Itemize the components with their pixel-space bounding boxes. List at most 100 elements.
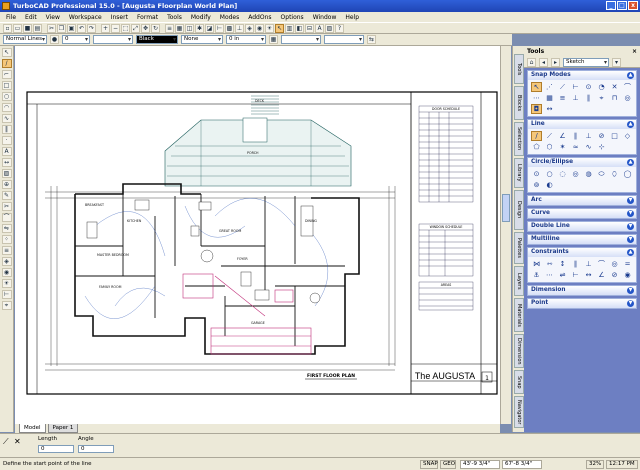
render-icon[interactable]: ◉ <box>255 23 264 33</box>
constraint-parallel-icon[interactable]: ∥ <box>570 259 581 269</box>
snap-center-icon[interactable]: ⊙ <box>583 82 594 92</box>
circle-double-icon[interactable]: ⊚ <box>531 180 542 190</box>
rectangle-tool-icon[interactable]: □ <box>1 81 12 90</box>
constraint-tangent-icon[interactable]: ⌒ <box>596 259 607 269</box>
drawing-canvas[interactable]: DOOR SCHEDULE WINDOW SCHEDULE AREAS The … <box>15 46 500 424</box>
grid-icon[interactable]: ▩ <box>225 23 234 33</box>
circle-3-point-icon[interactable]: ◌ <box>557 169 568 179</box>
measure-tool-icon[interactable]: ⊢ <box>1 290 12 299</box>
rotated-ellipse-icon[interactable]: ⬯ <box>609 169 620 179</box>
maximize-button[interactable]: □ <box>617 1 627 10</box>
group-icon[interactable]: ◪ <box>205 23 214 33</box>
panel-options-icon[interactable]: ▾ <box>612 57 621 67</box>
snap-polar-icon[interactable]: ◎ <box>622 93 633 103</box>
menu-insert[interactable]: Insert <box>111 14 128 21</box>
side-tab-layers[interactable]: Layers <box>514 266 524 296</box>
line-tool-icon[interactable]: / <box>1 59 12 68</box>
print-icon[interactable]: ▤ <box>33 23 42 33</box>
menu-workspace[interactable]: Workspace <box>69 14 102 21</box>
section-header-circle-ellipse[interactable]: Circle/Ellipse ▲ <box>528 158 636 167</box>
paste-icon[interactable]: ▣ <box>67 23 76 33</box>
section-header-double-line[interactable]: Double Line ▼ <box>528 222 636 231</box>
snap-magnetic-icon[interactable]: ⊓ <box>609 93 620 103</box>
snap-vertex-icon[interactable]: ⋰ <box>544 82 555 92</box>
line-style-combo[interactable]: None <box>181 35 223 44</box>
geo-indicator[interactable]: GEO <box>440 460 456 469</box>
polyline-tool-icon[interactable]: ⌐ <box>1 70 12 79</box>
constraint-angle-icon[interactable]: ∠ <box>596 270 607 280</box>
zoom-extents-icon[interactable]: ⤢ <box>131 23 140 33</box>
hatch-icon[interactable]: ▨ <box>325 23 334 33</box>
section-header-line[interactable]: Line ▲ <box>528 120 636 129</box>
light-tool-icon[interactable]: ☀ <box>1 279 12 288</box>
door-icon[interactable]: ◧ <box>295 23 304 33</box>
section-header-curve[interactable]: Curve ▼ <box>528 209 636 218</box>
window-icon[interactable]: ⊟ <box>305 23 314 33</box>
array-tool-icon[interactable]: ⁘ <box>1 235 12 244</box>
perpendicular-line-icon[interactable]: ⊥ <box>583 131 594 141</box>
polyline-icon[interactable]: ⟋ <box>544 131 555 141</box>
circle-2-point-icon[interactable]: ○ <box>544 169 555 179</box>
snap-divide-icon[interactable]: ⋯ <box>531 93 542 103</box>
cut-icon[interactable]: ✂ <box>47 23 56 33</box>
double-line-tool-icon[interactable]: ‖ <box>1 125 12 134</box>
side-tab-navigator[interactable]: Navigator <box>514 396 524 428</box>
pen-style-combo[interactable] <box>93 35 133 44</box>
constraint-show-icon[interactable]: ◉ <box>622 270 633 280</box>
side-tab-snap[interactable]: Snap <box>514 370 524 394</box>
snap-drawing-aid-icon[interactable]: ⌖ <box>596 93 607 103</box>
ortho-icon[interactable]: ⊥ <box>235 23 244 33</box>
rectangle-icon[interactable]: □ <box>609 131 620 141</box>
redo-icon[interactable]: ↷ <box>87 23 96 33</box>
constraint-concentric-icon[interactable]: ◎ <box>609 259 620 269</box>
menu-window[interactable]: Window <box>313 14 337 21</box>
section-header-multiline[interactable]: Multiline ▼ <box>528 235 636 244</box>
horizontal-scrollbar[interactable] <box>100 424 500 433</box>
menu-view[interactable]: View <box>46 14 60 21</box>
snap-middle-icon[interactable]: ⊢ <box>570 82 581 92</box>
constraint-radius-icon[interactable]: ⊘ <box>609 270 620 280</box>
constraint-midpoint-icon[interactable]: ⊢ <box>570 270 581 280</box>
constraint-perpendicular-icon[interactable]: ⊥ <box>583 259 594 269</box>
pan-icon[interactable]: ✥ <box>141 23 150 33</box>
side-tab-dimension[interactable]: Dimension <box>514 334 524 368</box>
text-tool-icon[interactable]: A <box>1 147 12 156</box>
circle-tool-icon[interactable]: ○ <box>1 92 12 101</box>
arc-tool-icon[interactable]: ◠ <box>1 103 12 112</box>
multiline-icon[interactable]: ≈ <box>570 142 581 152</box>
home-icon[interactable]: ⌂ <box>527 57 536 67</box>
help-icon[interactable]: ? <box>335 23 344 33</box>
dimension-tool-icon[interactable]: ↔ <box>1 158 12 167</box>
section-header-constraints[interactable]: Constraints ▲ <box>528 248 636 257</box>
light-icon[interactable]: ☀ <box>265 23 274 33</box>
match-icon[interactable]: ⇆ <box>367 35 376 44</box>
new-icon[interactable]: ▫ <box>3 23 12 33</box>
minimize-button[interactable]: _ <box>606 1 616 10</box>
tangent-line-icon[interactable]: ⊘ <box>596 131 607 141</box>
snap-tool-icon[interactable]: ⌖ <box>1 301 12 310</box>
layer-tool-icon[interactable]: ≡ <box>1 246 12 255</box>
menu-modes[interactable]: Modes <box>220 14 239 21</box>
zoom-in-icon[interactable]: + <box>101 23 110 33</box>
menu-options[interactable]: Options <box>281 14 304 21</box>
snap-magnet-icon[interactable]: ◘ <box>531 104 542 114</box>
mirror-tool-icon[interactable]: ⇋ <box>1 224 12 233</box>
undo-icon[interactable]: ↶ <box>77 23 86 33</box>
explode-icon[interactable]: ✱ <box>195 23 204 33</box>
open-icon[interactable]: ▭ <box>13 23 22 33</box>
construction-line-icon[interactable]: ⊹ <box>596 142 607 152</box>
pen-width-combo[interactable]: 0 <box>62 35 90 44</box>
constraint-horizontal-icon[interactable]: ⇿ <box>544 259 555 269</box>
scroll-thumb[interactable] <box>502 194 510 222</box>
layer-visibility-icon[interactable]: ● <box>50 35 59 44</box>
star-polygon-icon[interactable]: ✶ <box>557 142 568 152</box>
snap-quadrant-icon[interactable]: ◔ <box>596 82 607 92</box>
tangent-circle-icon[interactable]: ◍ <box>583 169 594 179</box>
panel-close-icon[interactable]: × <box>632 46 637 57</box>
back-icon[interactable]: ◂ <box>539 57 548 67</box>
snap-free-icon[interactable]: ↖ <box>531 82 542 92</box>
tab-paper-1[interactable]: Paper 1 <box>47 424 79 433</box>
fill-combo[interactable] <box>281 35 321 44</box>
side-tab-design-director[interactable]: Design Director <box>514 190 524 230</box>
menu-help[interactable]: Help <box>345 14 359 21</box>
